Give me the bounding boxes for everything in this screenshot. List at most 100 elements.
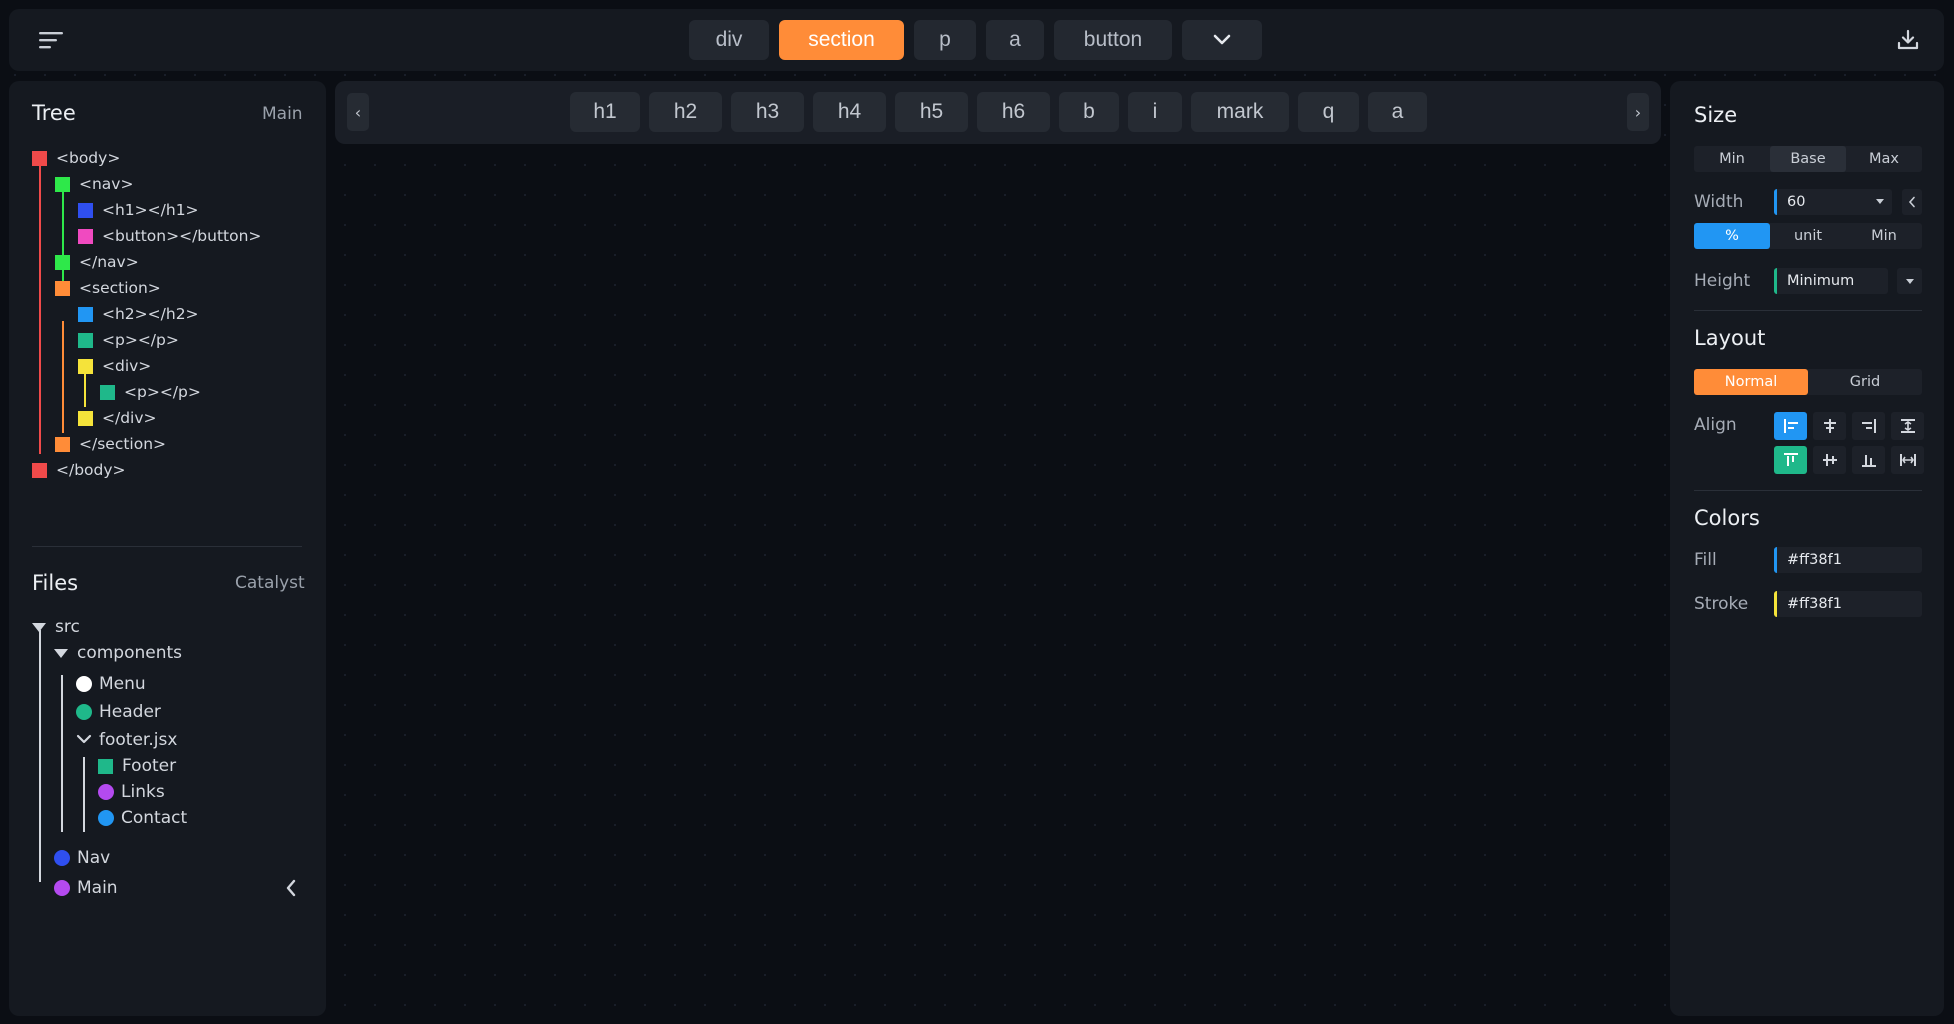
scroll-left-button[interactable]: ‹ [347, 93, 369, 131]
file-item-label: src [55, 617, 80, 637]
fill-input[interactable]: #ff38f1 [1774, 547, 1922, 573]
node-color-swatch [55, 436, 70, 452]
align-center-v-icon[interactable] [1813, 446, 1846, 474]
file-item-footer[interactable]: Footer [98, 755, 176, 777]
tree-node[interactable]: <div> [78, 356, 151, 376]
tag-tab-b[interactable]: b [1059, 92, 1119, 132]
node-color-swatch [78, 202, 93, 218]
tree-node[interactable]: </nav> [55, 252, 139, 272]
menu-lines-icon[interactable] [38, 28, 64, 52]
file-item-label: Header [99, 702, 161, 722]
file-item-menu[interactable]: Menu [76, 673, 146, 695]
file-item-links[interactable]: Links [98, 781, 165, 803]
files-subtitle: Catalyst [235, 573, 305, 593]
tag-tab-div[interactable]: div [689, 20, 769, 60]
tree-node[interactable]: </section> [55, 434, 166, 454]
file-item-src[interactable]: src [32, 616, 80, 638]
tag-tab-h2[interactable]: h2 [649, 92, 722, 132]
fill-label: Fill [1694, 550, 1717, 570]
chevron-left-icon[interactable] [282, 878, 300, 898]
file-square-icon [98, 758, 113, 774]
align-buttons [1774, 412, 1924, 474]
tag-tab-h5[interactable]: h5 [895, 92, 968, 132]
size-mode-toggle: Min Base Max [1694, 146, 1922, 172]
node-color-swatch [55, 176, 70, 192]
unit-unit[interactable]: unit [1770, 223, 1846, 249]
file-item-main[interactable]: Main [54, 877, 118, 899]
tag-tab-button[interactable]: button [1054, 20, 1172, 60]
file-item-label: components [77, 643, 183, 663]
file-item-header[interactable]: Header [76, 701, 161, 723]
layout-mode-normal[interactable]: Normal [1694, 369, 1808, 395]
file-item-label: Nav [77, 848, 111, 868]
size-mode-base[interactable]: Base [1770, 146, 1846, 172]
file-dot-icon [76, 704, 92, 720]
top-toolbar: div section p a button [9, 9, 1944, 71]
tree-node-label: <nav> [79, 175, 134, 193]
caret-down-icon [32, 622, 46, 632]
tree-node[interactable]: <h2></h2> [78, 304, 199, 324]
tree-guide-div [84, 373, 86, 407]
size-mode-max[interactable]: Max [1846, 146, 1922, 172]
tag-tab-a[interactable]: a [986, 20, 1044, 60]
size-mode-min[interactable]: Min [1694, 146, 1770, 172]
width-collapse-button[interactable] [1902, 189, 1922, 215]
tree-node[interactable]: <p></p> [78, 330, 179, 350]
tag-tab-i[interactable]: i [1128, 92, 1182, 132]
download-icon[interactable] [1895, 27, 1921, 53]
align-left-icon[interactable] [1774, 412, 1807, 440]
chevron-down-icon [76, 734, 92, 744]
scroll-right-button[interactable]: › [1627, 93, 1649, 131]
tree-node[interactable]: <nav> [55, 174, 133, 194]
node-color-swatch [78, 358, 93, 374]
width-label: Width [1694, 192, 1744, 212]
file-dot-icon [54, 880, 70, 896]
tag-tab-section[interactable]: section [779, 20, 904, 60]
align-bottom-icon[interactable] [1852, 446, 1885, 474]
tree-node[interactable]: <section> [55, 278, 161, 298]
unit-percent[interactable]: % [1694, 223, 1770, 249]
file-guide-components [61, 675, 63, 832]
fill-value: #ff38f1 [1787, 552, 1842, 568]
align-center-h-icon[interactable] [1813, 412, 1846, 440]
stroke-input[interactable]: #ff38f1 [1774, 591, 1922, 617]
align-top-icon[interactable] [1774, 446, 1807, 474]
left-sidebar: Tree Main <body> <nav> <h1></h1> <button… [9, 81, 326, 1016]
space-between-h-icon[interactable] [1891, 446, 1924, 474]
tree-node[interactable]: </body> [32, 460, 126, 480]
tag-tab-h3[interactable]: h3 [731, 92, 804, 132]
tree-guide-nav [62, 191, 64, 290]
tree-node[interactable]: </div> [78, 408, 157, 428]
file-item-contact[interactable]: Contact [98, 807, 187, 829]
tree-node[interactable]: <p></p> [100, 382, 201, 402]
panel-divider [1694, 490, 1922, 491]
tag-tab-h4[interactable]: h4 [813, 92, 886, 132]
tag-tab-q[interactable]: q [1298, 92, 1359, 132]
file-item-footer-jsx[interactable]: footer.jsx [76, 729, 177, 751]
align-label: Align [1694, 415, 1737, 435]
height-dropdown-button[interactable] [1897, 268, 1922, 294]
tag-tab-p[interactable]: p [914, 20, 976, 60]
tree-node[interactable]: <body> [32, 148, 120, 168]
node-color-swatch [78, 306, 93, 322]
tag-tab-h6[interactable]: h6 [977, 92, 1050, 132]
node-color-swatch [78, 332, 93, 348]
file-item-components[interactable]: components [54, 642, 182, 664]
align-right-icon[interactable] [1852, 412, 1885, 440]
tree-node-label: </section> [79, 435, 167, 453]
space-between-v-icon[interactable] [1891, 412, 1924, 440]
unit-min[interactable]: Min [1846, 223, 1922, 249]
file-item-nav[interactable]: Nav [54, 847, 110, 869]
layout-mode-grid[interactable]: Grid [1808, 369, 1922, 395]
tree-node-label: <h2></h2> [102, 305, 199, 323]
more-tags-button[interactable] [1182, 20, 1262, 60]
width-select[interactable]: 60 [1774, 189, 1892, 215]
tree-node[interactable]: <h1></h1> [78, 200, 199, 220]
tree-node[interactable]: <button></button> [78, 226, 261, 246]
tree-node-label: <h1></h1> [102, 201, 199, 219]
tag-tab-a-inline[interactable]: a [1368, 92, 1427, 132]
height-select[interactable]: Minimum [1774, 268, 1888, 294]
tag-tab-h1[interactable]: h1 [570, 92, 640, 132]
tag-tab-mark[interactable]: mark [1191, 92, 1289, 132]
file-item-label: Links [121, 782, 165, 802]
